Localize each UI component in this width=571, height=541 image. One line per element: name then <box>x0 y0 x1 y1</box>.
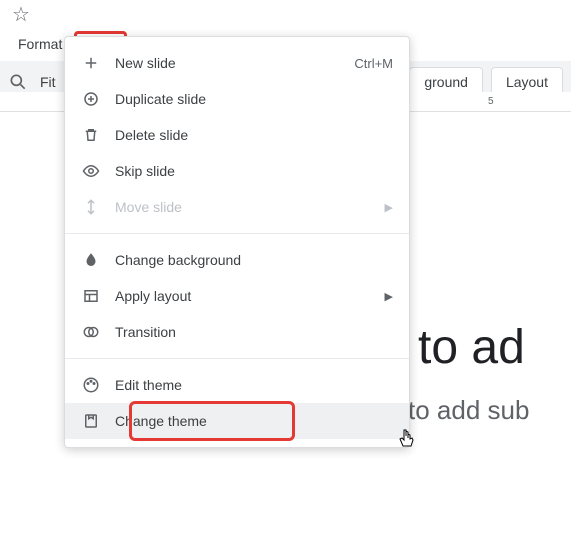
menu-item-label: New slide <box>115 55 354 71</box>
menu-transition[interactable]: Transition <box>65 314 409 350</box>
menu-item-label: Change theme <box>115 413 393 429</box>
menu-item-label: Change background <box>115 252 393 268</box>
eye-icon <box>81 161 101 181</box>
duplicate-icon <box>81 89 101 109</box>
palette-icon <box>81 375 101 395</box>
menu-format[interactable]: Format <box>8 32 72 56</box>
slide-dropdown-menu: New slide Ctrl+M Duplicate slide Delete … <box>64 36 410 448</box>
plus-icon <box>81 53 101 73</box>
menu-apply-layout[interactable]: Apply layout ▶ <box>65 278 409 314</box>
menu-move-slide: Move slide ▶ <box>65 189 409 225</box>
menu-item-label: Delete slide <box>115 127 393 143</box>
menu-change-theme[interactable]: Change theme <box>65 403 409 439</box>
slide-title-placeholder[interactable]: to ad <box>418 320 525 375</box>
menu-new-slide[interactable]: New slide Ctrl+M <box>65 45 409 81</box>
chevron-right-icon: ▶ <box>385 201 393 214</box>
menu-item-label: Move slide <box>115 199 377 215</box>
menu-item-label: Skip slide <box>115 163 393 179</box>
menu-delete-slide[interactable]: Delete slide <box>65 117 409 153</box>
menu-skip-slide[interactable]: Skip slide <box>65 153 409 189</box>
menu-item-label: Duplicate slide <box>115 91 393 107</box>
menu-duplicate-slide[interactable]: Duplicate slide <box>65 81 409 117</box>
layout-icon <box>81 286 101 306</box>
chevron-right-icon: ▶ <box>385 290 393 303</box>
menu-separator <box>65 233 409 234</box>
zoom-fit-label[interactable]: Fit <box>36 74 60 90</box>
slide-subtitle-placeholder[interactable]: to add sub <box>408 395 529 426</box>
menu-separator <box>65 358 409 359</box>
drop-icon <box>81 250 101 270</box>
menu-item-shortcut: Ctrl+M <box>354 56 393 71</box>
menu-edit-theme[interactable]: Edit theme <box>65 367 409 403</box>
trash-icon <box>81 125 101 145</box>
transition-icon <box>81 322 101 342</box>
search-icon[interactable] <box>8 72 28 92</box>
theme-icon <box>81 411 101 431</box>
menu-item-label: Edit theme <box>115 377 393 393</box>
menu-item-label: Apply layout <box>115 288 377 304</box>
menu-item-label: Transition <box>115 324 393 340</box>
ruler-tick: 5 <box>488 96 494 107</box>
move-icon <box>81 197 101 217</box>
menu-change-background[interactable]: Change background <box>65 242 409 278</box>
star-icon[interactable]: ☆ <box>12 4 30 26</box>
